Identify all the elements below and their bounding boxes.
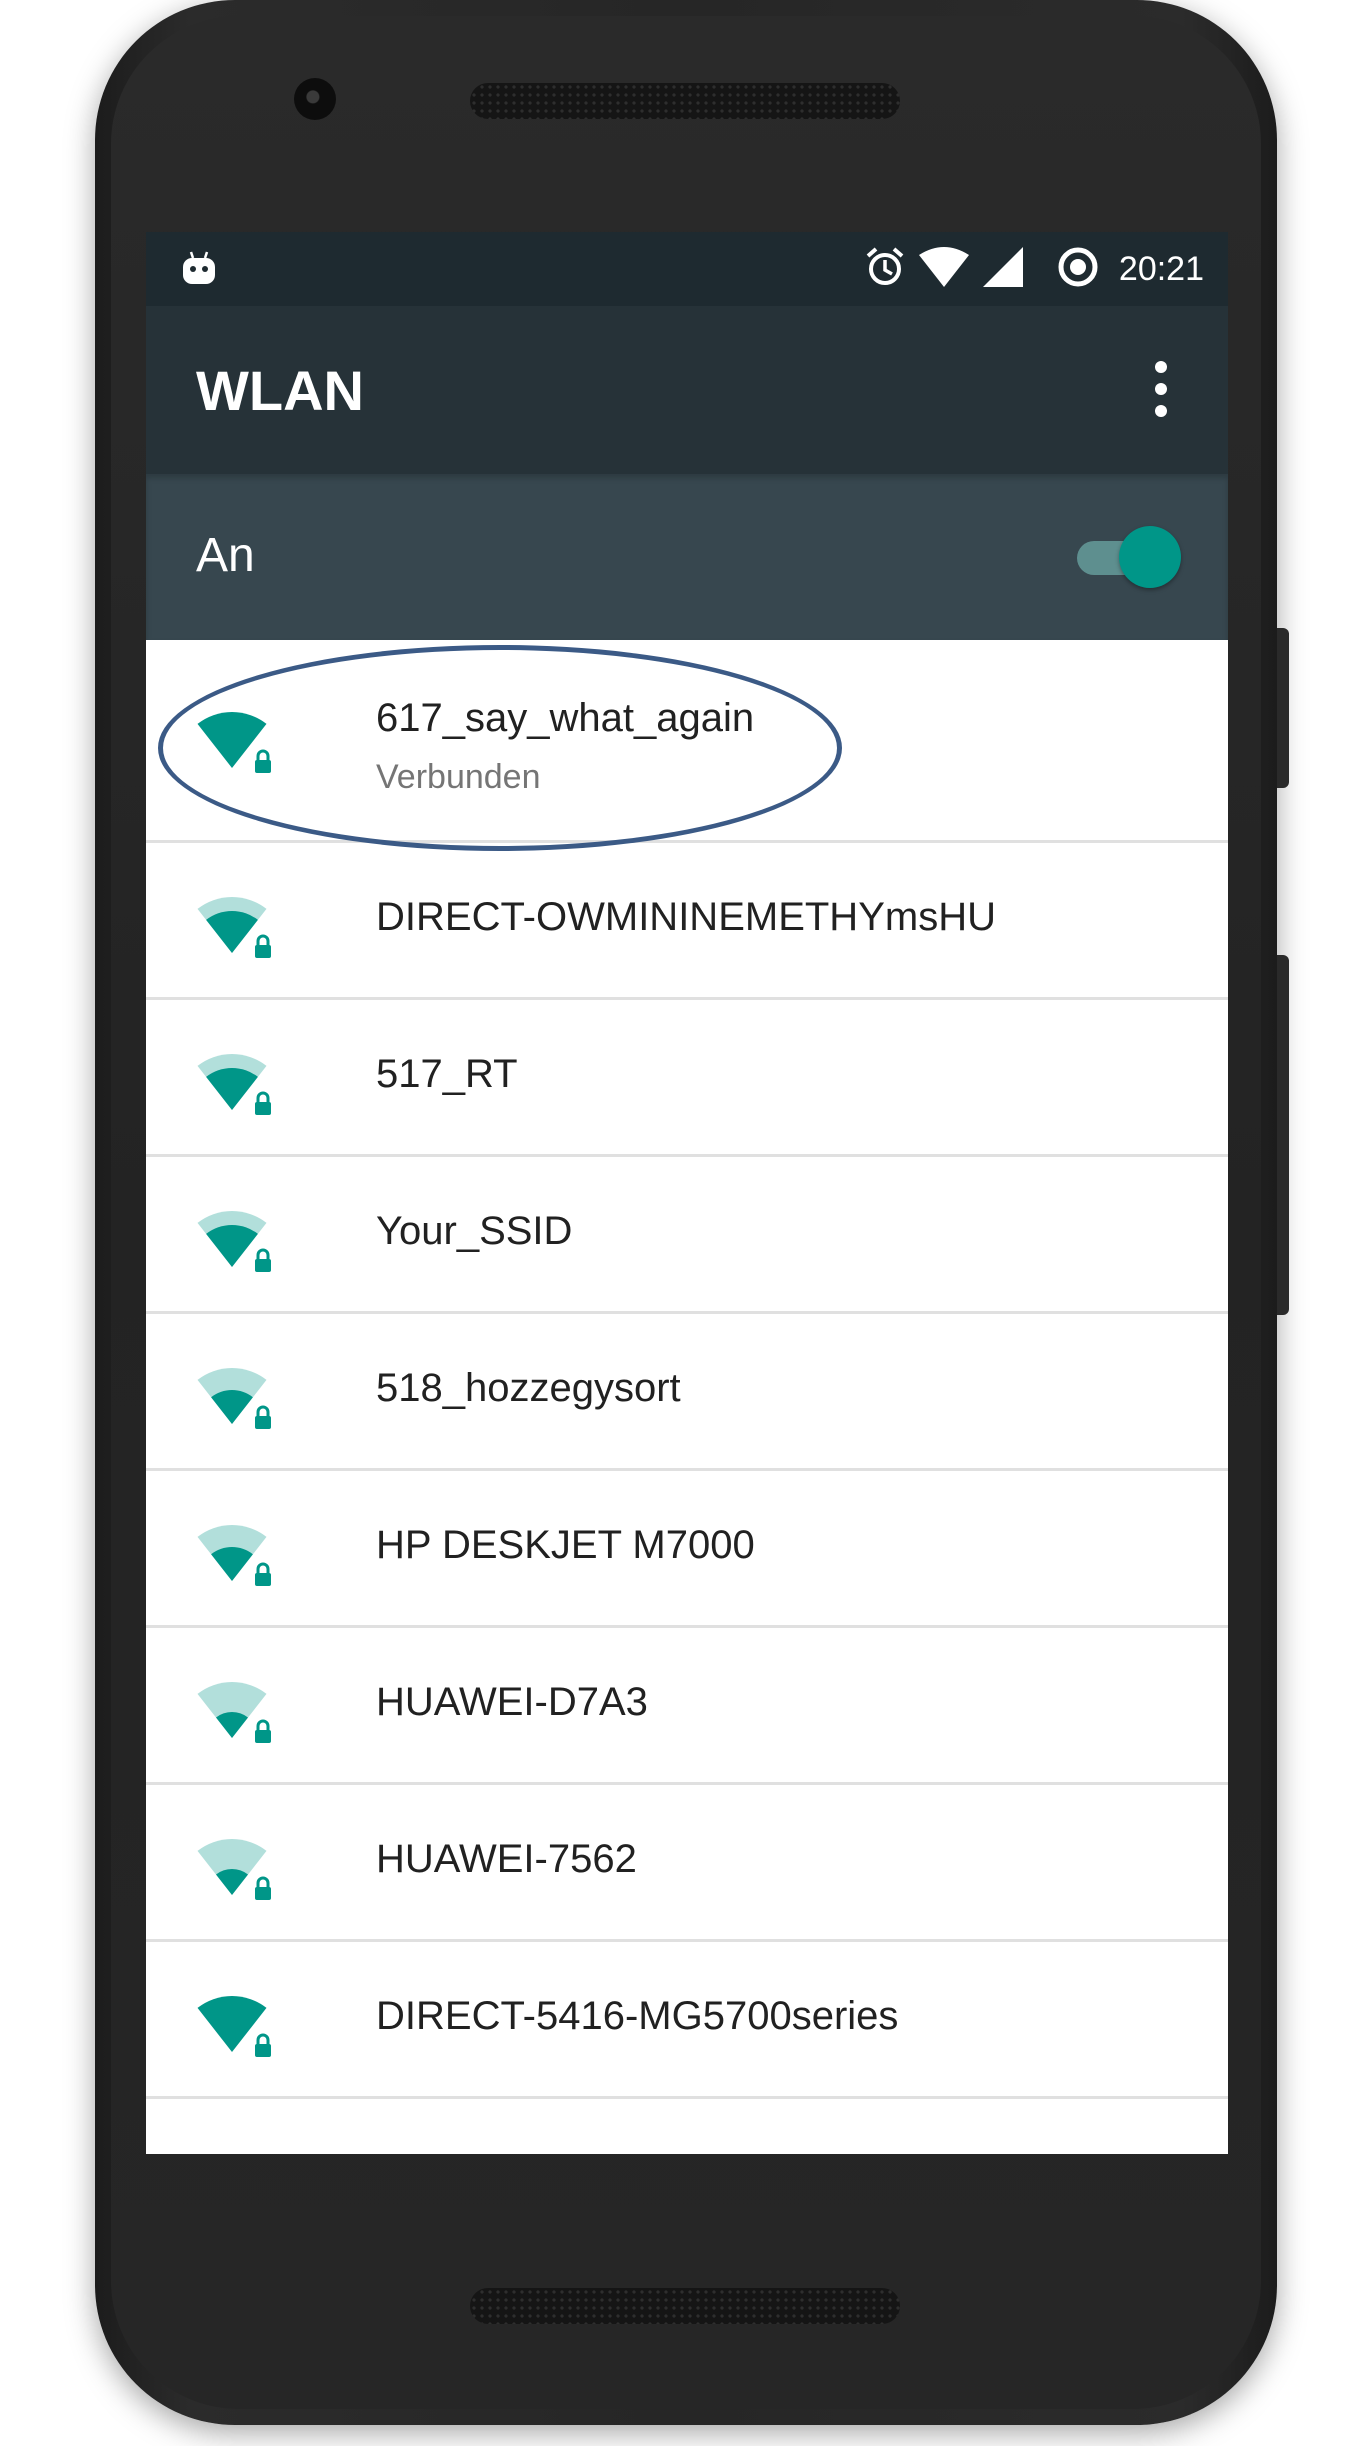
highlight-ellipse <box>158 645 842 851</box>
wifi-lock-icon <box>194 1207 278 1279</box>
cell-signal-icon <box>982 246 1023 292</box>
alarm-icon <box>865 246 905 293</box>
power-button <box>1277 628 1289 788</box>
more-vertical-icon[interactable] <box>1146 356 1176 422</box>
wifi-signal-icon <box>918 246 969 292</box>
network-ssid: 518_hozzegysort <box>376 1366 681 1410</box>
wifi-lock-icon <box>194 1992 278 2064</box>
wifi-lock-icon <box>194 1050 278 1122</box>
network-ssid: 517_RT <box>376 1052 518 1096</box>
network-ssid: HUAWEI-D7A3 <box>376 1680 648 1724</box>
network-row[interactable]: HP DESKJET M7000 <box>146 1471 1228 1628</box>
bottom-speaker <box>470 2288 900 2324</box>
network-row[interactable]: HUAWEI-D7A3 <box>146 1628 1228 1785</box>
volume-button <box>1277 955 1289 1315</box>
app-bar: WLAN <box>146 306 1228 474</box>
network-ssid: Your_SSID <box>376 1209 573 1253</box>
wlan-switch-label: An <box>196 529 255 582</box>
network-ssid: DIRECT-OWMININEMETHYmsHU <box>376 895 996 939</box>
wlan-switch-bar[interactable]: An <box>146 474 1228 640</box>
network-row[interactable]: 517_RT <box>146 1000 1228 1157</box>
wifi-lock-icon <box>194 1678 278 1750</box>
status-time: 20:21 <box>1118 249 1204 288</box>
network-ssid: HP DESKJET M7000 <box>376 1523 755 1567</box>
toggle-thumb <box>1119 526 1181 588</box>
network-row[interactable]: 518_hozzegysort <box>146 1314 1228 1471</box>
network-row[interactable]: DIRECT-5416-MG5700series <box>146 1942 1228 2099</box>
status-bar: 20:21 <box>146 232 1228 306</box>
network-ssid: HUAWEI-7562 <box>376 1837 637 1881</box>
screen: 20:21 WLAN An 617_say_what_again Verbund… <box>146 232 1228 2154</box>
network-ssid: DIRECT-5416-MG5700series <box>376 1994 899 2038</box>
wifi-lock-icon <box>194 1364 278 1436</box>
page-title: WLAN <box>196 359 364 422</box>
wifi-lock-icon <box>194 893 278 965</box>
network-row[interactable]: HUAWEI-7562 <box>146 1785 1228 1942</box>
wlan-toggle[interactable] <box>1073 524 1181 590</box>
network-row[interactable]: Your_SSID <box>146 1157 1228 1314</box>
earpiece-speaker <box>470 83 900 119</box>
wifi-lock-icon <box>194 1521 278 1593</box>
android-robot-icon <box>182 250 216 291</box>
data-saver-icon <box>1057 246 1099 293</box>
front-camera <box>294 78 336 120</box>
wifi-lock-icon <box>194 1835 278 1907</box>
network-list: 617_say_what_again Verbunden DIRECT-OWMI… <box>146 640 1228 2099</box>
network-row[interactable]: DIRECT-OWMININEMETHYmsHU <box>146 843 1228 1000</box>
